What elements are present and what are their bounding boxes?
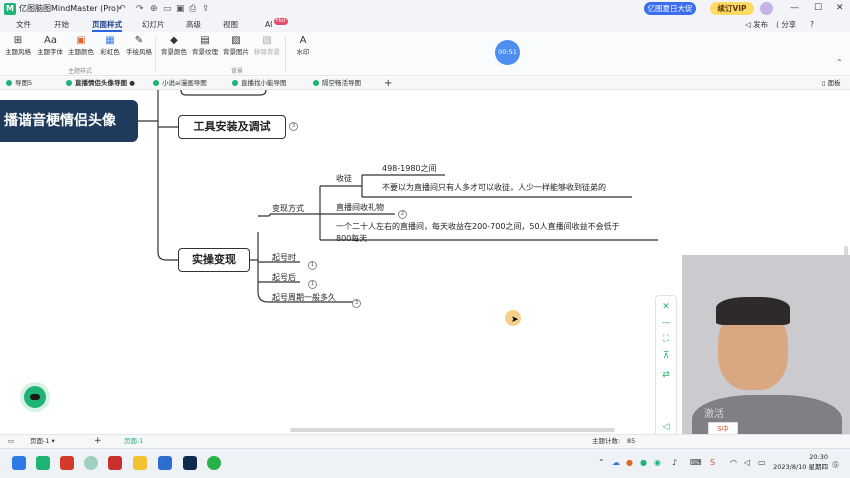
tray-app-icon[interactable]: ● [626,458,633,467]
topic-after-start[interactable]: 起号后 [272,272,296,283]
microphone-icon[interactable]: ♪ [672,458,677,467]
mouse-cursor-icon: ➤ [511,315,519,325]
topic-count-label: 主题计数: [592,437,621,445]
chat-icon [30,394,40,400]
page-select-value: 页面-1 [30,437,50,445]
camera-switch-icon[interactable]: ⇄ [660,370,672,380]
clock-date: 2023/8/10 星期四 [773,463,828,471]
wps-taskbar-icon[interactable] [60,456,74,470]
activation-watermark: 激活 [704,409,724,420]
chevron-down-icon: ▾ [49,437,55,445]
webcam-overlay: 激活 [682,255,850,445]
notification-icon[interactable]: ⓹ [832,460,839,470]
mindmaster-taskbar-icon[interactable] [36,456,50,470]
fullscreen-icon[interactable]: ⛶ [660,334,672,344]
topic-count-value: 85 [627,437,636,445]
root-topic[interactable]: 播谐音梗情侣头像 [0,100,138,142]
add-page-button[interactable]: + [94,436,102,446]
battery-icon[interactable]: ▭ [758,458,766,467]
collapse-count-badge[interactable]: 1 [308,280,317,289]
close-icon[interactable]: ✕ [660,302,672,312]
topic-start-cycle[interactable]: 起号周期一般多久 [272,292,336,303]
system-clock[interactable]: 20:30 2023/8/10 星期四 [772,452,828,472]
collapse-count-badge[interactable]: 3 [289,122,298,131]
topic-take-apprentice[interactable]: 收徒 [336,173,352,184]
editor-taskbar-icon[interactable] [158,456,172,470]
tray-sogou-icon[interactable]: S [710,458,715,467]
topic-gift-note-line2[interactable]: 800每天 [336,233,367,244]
tray-ime-icon[interactable]: ⌨ [690,458,702,467]
topic-live-gifts[interactable]: 直播间收礼物 [336,202,384,213]
clock-time: 20:30 [809,453,828,461]
taskbar [0,448,850,478]
photoshop-taskbar-icon[interactable] [183,456,197,470]
topic-monetize-practice[interactable]: 实操变现 [178,248,250,272]
topic-start-time[interactable]: 起号时 [272,252,296,263]
topic-apprentice-note[interactable]: 不要以为直播间只有人多才可以收徒，人少一样能够收到徒弟的 [382,182,606,193]
collapse-count-badge[interactable]: 1 [308,261,317,270]
page-tab-active[interactable]: 页面-1 [124,436,143,446]
minimize-icon[interactable]: — [660,318,672,328]
topic-price-range[interactable]: 498-1980之间 [382,163,437,174]
pin-icon[interactable]: ⊼ [660,351,672,361]
wechat-taskbar-icon[interactable] [207,456,221,470]
tray-app-icon[interactable]: ● [640,458,647,467]
collapse-count-badge[interactable]: 2 [398,210,407,219]
topic-gift-note-line1[interactable]: 一个二十人左右的直播间，每天收益在200-700之间，50人直播间收益不会低于 [336,221,620,232]
tray-app-icon[interactable]: ◉ [654,458,661,467]
windows-start-icon[interactable] [12,456,26,470]
webcam-person-hair [716,297,790,325]
floating-assistant-button[interactable] [24,386,46,408]
speaker-icon[interactable]: ◁ [744,458,750,467]
topic-tools-install[interactable]: 工具安装及调试 [178,115,286,139]
collapse-count-badge[interactable]: 3 [352,299,361,308]
folder-taskbar-icon[interactable] [133,456,147,470]
topic-monetize-way[interactable]: 变现方式 [272,203,304,214]
volume-icon[interactable]: ◁ [660,422,672,432]
page-panel-icon[interactable]: ▭ [8,436,14,446]
tray-expand-icon[interactable]: ⌃ [598,458,605,467]
horizontal-scrollbar[interactable] [290,428,615,432]
page-select[interactable]: 页面-1 ▾ [30,436,55,446]
browser-taskbar-icon[interactable] [84,456,98,470]
wifi-icon[interactable]: ◠ [730,458,737,467]
recorder-taskbar-icon[interactable] [108,456,122,470]
tray-cloud-icon[interactable]: ☁ [612,458,620,467]
